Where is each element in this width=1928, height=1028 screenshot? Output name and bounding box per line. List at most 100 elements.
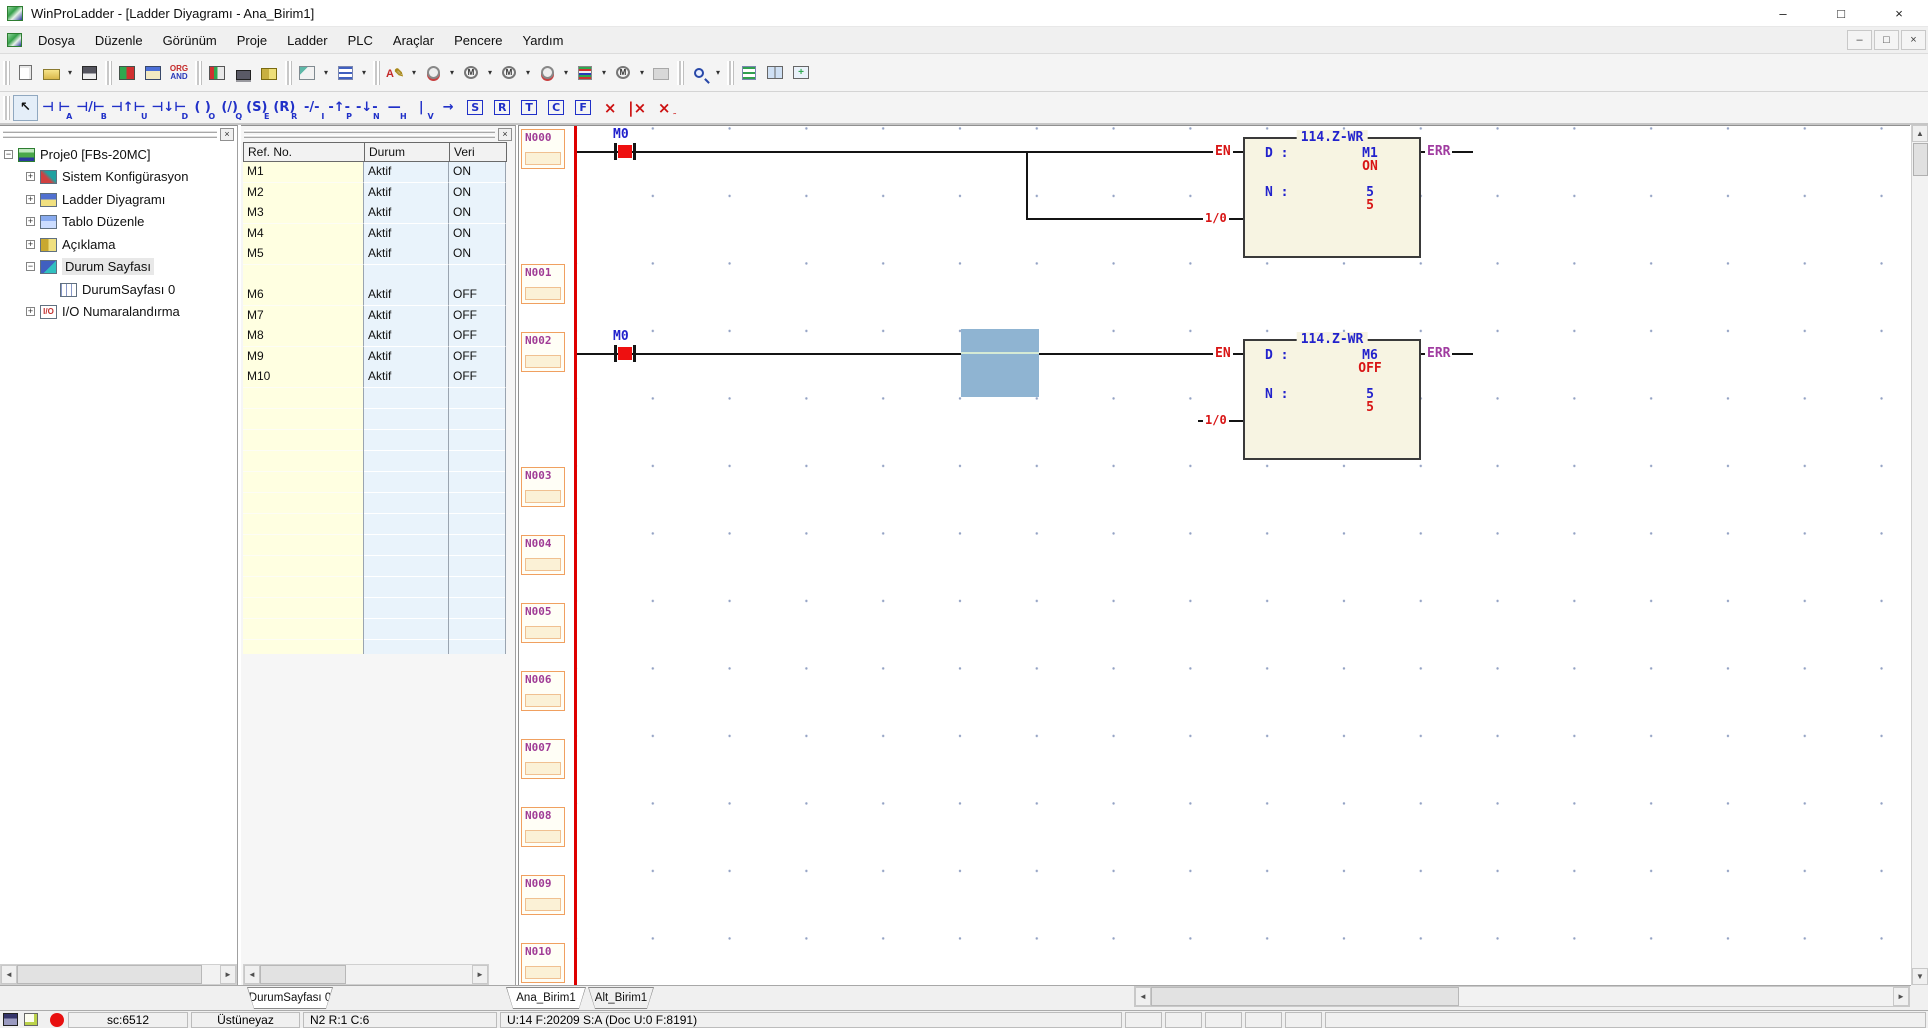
color-list-dropdown[interactable]: ▾ [598, 60, 610, 86]
project-tree-dropdown[interactable]: ▾ [320, 60, 332, 86]
project-tree-button[interactable] [294, 60, 320, 86]
syntax-check-button[interactable] [736, 60, 762, 86]
column-header-durum[interactable]: Durum [364, 142, 450, 162]
network-label-n003[interactable]: N003 [521, 467, 565, 507]
find-contact-dropdown[interactable]: ▾ [484, 60, 496, 86]
vertical-line-button[interactable]: |V [409, 95, 434, 121]
tree-item-system-config[interactable]: + Sistem Konfigürasyon [26, 166, 188, 187]
scroll-up-icon[interactable]: ▲ [1912, 125, 1928, 142]
tab-durumsayfasi-0[interactable]: DurumSayfası 0 [247, 987, 333, 1009]
selection-highlight[interactable] [961, 329, 1039, 397]
system-config-button[interactable] [114, 60, 140, 86]
delete-vline-button[interactable]: |× [625, 95, 650, 121]
network-label-n006[interactable]: N006 [521, 671, 565, 711]
mdi-minimize-button[interactable]: – [1847, 30, 1872, 50]
tree-item-comment[interactable]: + Açıklama [26, 234, 115, 255]
table-row[interactable]: M6AktifOFF [243, 285, 506, 306]
contact-symbol[interactable] [633, 143, 636, 160]
function-s-button[interactable]: S [463, 95, 488, 121]
coil-monitor-dropdown[interactable]: ▾ [446, 60, 458, 86]
contact-label[interactable]: M0 [611, 329, 631, 344]
expand-icon[interactable]: + [26, 217, 35, 226]
scroll-left-icon[interactable]: ◄ [244, 965, 260, 984]
network-label-n010[interactable]: N010 [521, 943, 565, 983]
coil-reset-button[interactable]: (R)R [271, 95, 297, 121]
toolbar-grip[interactable] [727, 61, 731, 85]
edit-element-button[interactable]: A✎ [382, 60, 408, 86]
mdi-restore-button[interactable]: □ [1874, 30, 1899, 50]
edit-element-dropdown[interactable]: ▾ [408, 60, 420, 86]
find-register-dropdown[interactable]: ▾ [560, 60, 572, 86]
ladder-window-button[interactable] [140, 60, 166, 86]
network-label-n001[interactable]: N001 [521, 264, 565, 304]
toolbar-grip[interactable] [285, 61, 289, 85]
contact-down-button[interactable]: ⊣↓⊢D [149, 95, 188, 121]
find-network-button[interactable]: M [610, 60, 636, 86]
coil-set-button[interactable]: (S)E [244, 95, 269, 121]
table-row[interactable]: M7AktifOFF [243, 306, 506, 327]
tree-item-io-numbering[interactable]: + I/O I/O Numaralandırma [26, 301, 180, 322]
network-label-n002[interactable]: N002 [521, 332, 565, 372]
scrollbar-thumb[interactable] [260, 965, 346, 984]
menu-ladder[interactable]: Ladder [277, 27, 337, 54]
scrollbar-thumb[interactable] [17, 965, 202, 984]
expand-icon[interactable]: + [26, 240, 35, 249]
ladder-diagram-area[interactable]: N000 N001 N002 N003 N004 N005 N006 N007 … [518, 125, 1910, 985]
contact-b-button[interactable]: ⊣/⊢B [74, 95, 107, 121]
scroll-left-icon[interactable]: ◄ [1135, 987, 1151, 1006]
tree-panel-close-icon[interactable]: × [220, 128, 234, 141]
tree-item-ladder-diagram[interactable]: + Ladder Diyagramı [26, 189, 165, 210]
tree-item-project-root[interactable]: − Proje0 [FBs-20MC] [4, 144, 151, 165]
rising-edge-button[interactable]: -↑-P [326, 95, 352, 121]
maximize-button[interactable]: □ [1812, 0, 1870, 27]
counter-button[interactable]: C [544, 95, 569, 121]
ladder-vertical-scrollbar[interactable]: ▲ ▼ [1911, 125, 1928, 985]
tab-ana-birim1[interactable]: Ana_Birim1 [506, 987, 586, 1009]
scroll-right-icon[interactable]: ► [472, 965, 488, 984]
print-button[interactable] [648, 60, 674, 86]
expand-icon[interactable]: + [26, 172, 35, 181]
minimize-button[interactable]: – [1754, 0, 1812, 27]
menu-pencere[interactable]: Pencere [444, 27, 512, 54]
new-window-button[interactable]: + [788, 60, 814, 86]
falling-edge-button[interactable]: -↓-N [354, 95, 380, 121]
contact-symbol[interactable] [614, 345, 617, 362]
coil-out-button[interactable]: ( )O [190, 95, 215, 121]
new-file-button[interactable] [12, 60, 38, 86]
find-coil-button[interactable]: M [496, 60, 522, 86]
scroll-right-icon[interactable]: ► [1893, 987, 1909, 1006]
network-label-n004[interactable]: N004 [521, 535, 565, 575]
link-button[interactable]: → [436, 95, 461, 121]
table-row[interactable]: M10AktifOFF [243, 367, 506, 388]
tree-item-status-page[interactable]: − Durum Sayfası [26, 256, 154, 277]
scroll-down-icon[interactable]: ▼ [1912, 968, 1928, 985]
find-network-dropdown[interactable]: ▾ [636, 60, 648, 86]
table-row[interactable]: M3AktifON [243, 203, 506, 224]
menu-duzenle[interactable]: Düzenle [85, 27, 153, 54]
tile-windows-button[interactable] [762, 60, 788, 86]
open-file-button[interactable] [38, 60, 64, 86]
invert-button[interactable]: -/-I [299, 95, 324, 121]
menu-dosya[interactable]: Dosya [28, 27, 85, 54]
table-panel-close-icon[interactable]: × [498, 128, 512, 141]
open-file-dropdown[interactable]: ▾ [64, 60, 76, 86]
menu-yardim[interactable]: Yardım [513, 27, 574, 54]
menu-proje[interactable]: Proje [227, 27, 277, 54]
menu-plc[interactable]: PLC [338, 27, 383, 54]
contact-a-button[interactable]: ⊣ ⊢A [40, 95, 72, 121]
table-row[interactable]: M5AktifON [243, 244, 506, 265]
tree-horizontal-scrollbar[interactable]: ◄ ► [0, 964, 237, 985]
contact-label[interactable]: M0 [611, 127, 631, 142]
toolbar-grip[interactable] [195, 61, 199, 85]
column-header-ref-no[interactable]: Ref. No. [243, 142, 365, 162]
delete-special-button[interactable]: ×˜ [652, 95, 677, 121]
timer-button[interactable]: T [517, 95, 542, 121]
scrollbar-thumb[interactable] [1913, 143, 1928, 176]
expand-icon[interactable]: + [26, 307, 35, 316]
contact-up-button[interactable]: ⊣↑⊢U [109, 95, 148, 121]
save-button[interactable] [76, 60, 102, 86]
table-row[interactable]: M1AktifON [243, 162, 506, 183]
column-header-veri[interactable]: Veri [449, 142, 507, 162]
coil-not-button[interactable]: (/)Q [217, 95, 242, 121]
coil-monitor-button[interactable] [420, 60, 446, 86]
